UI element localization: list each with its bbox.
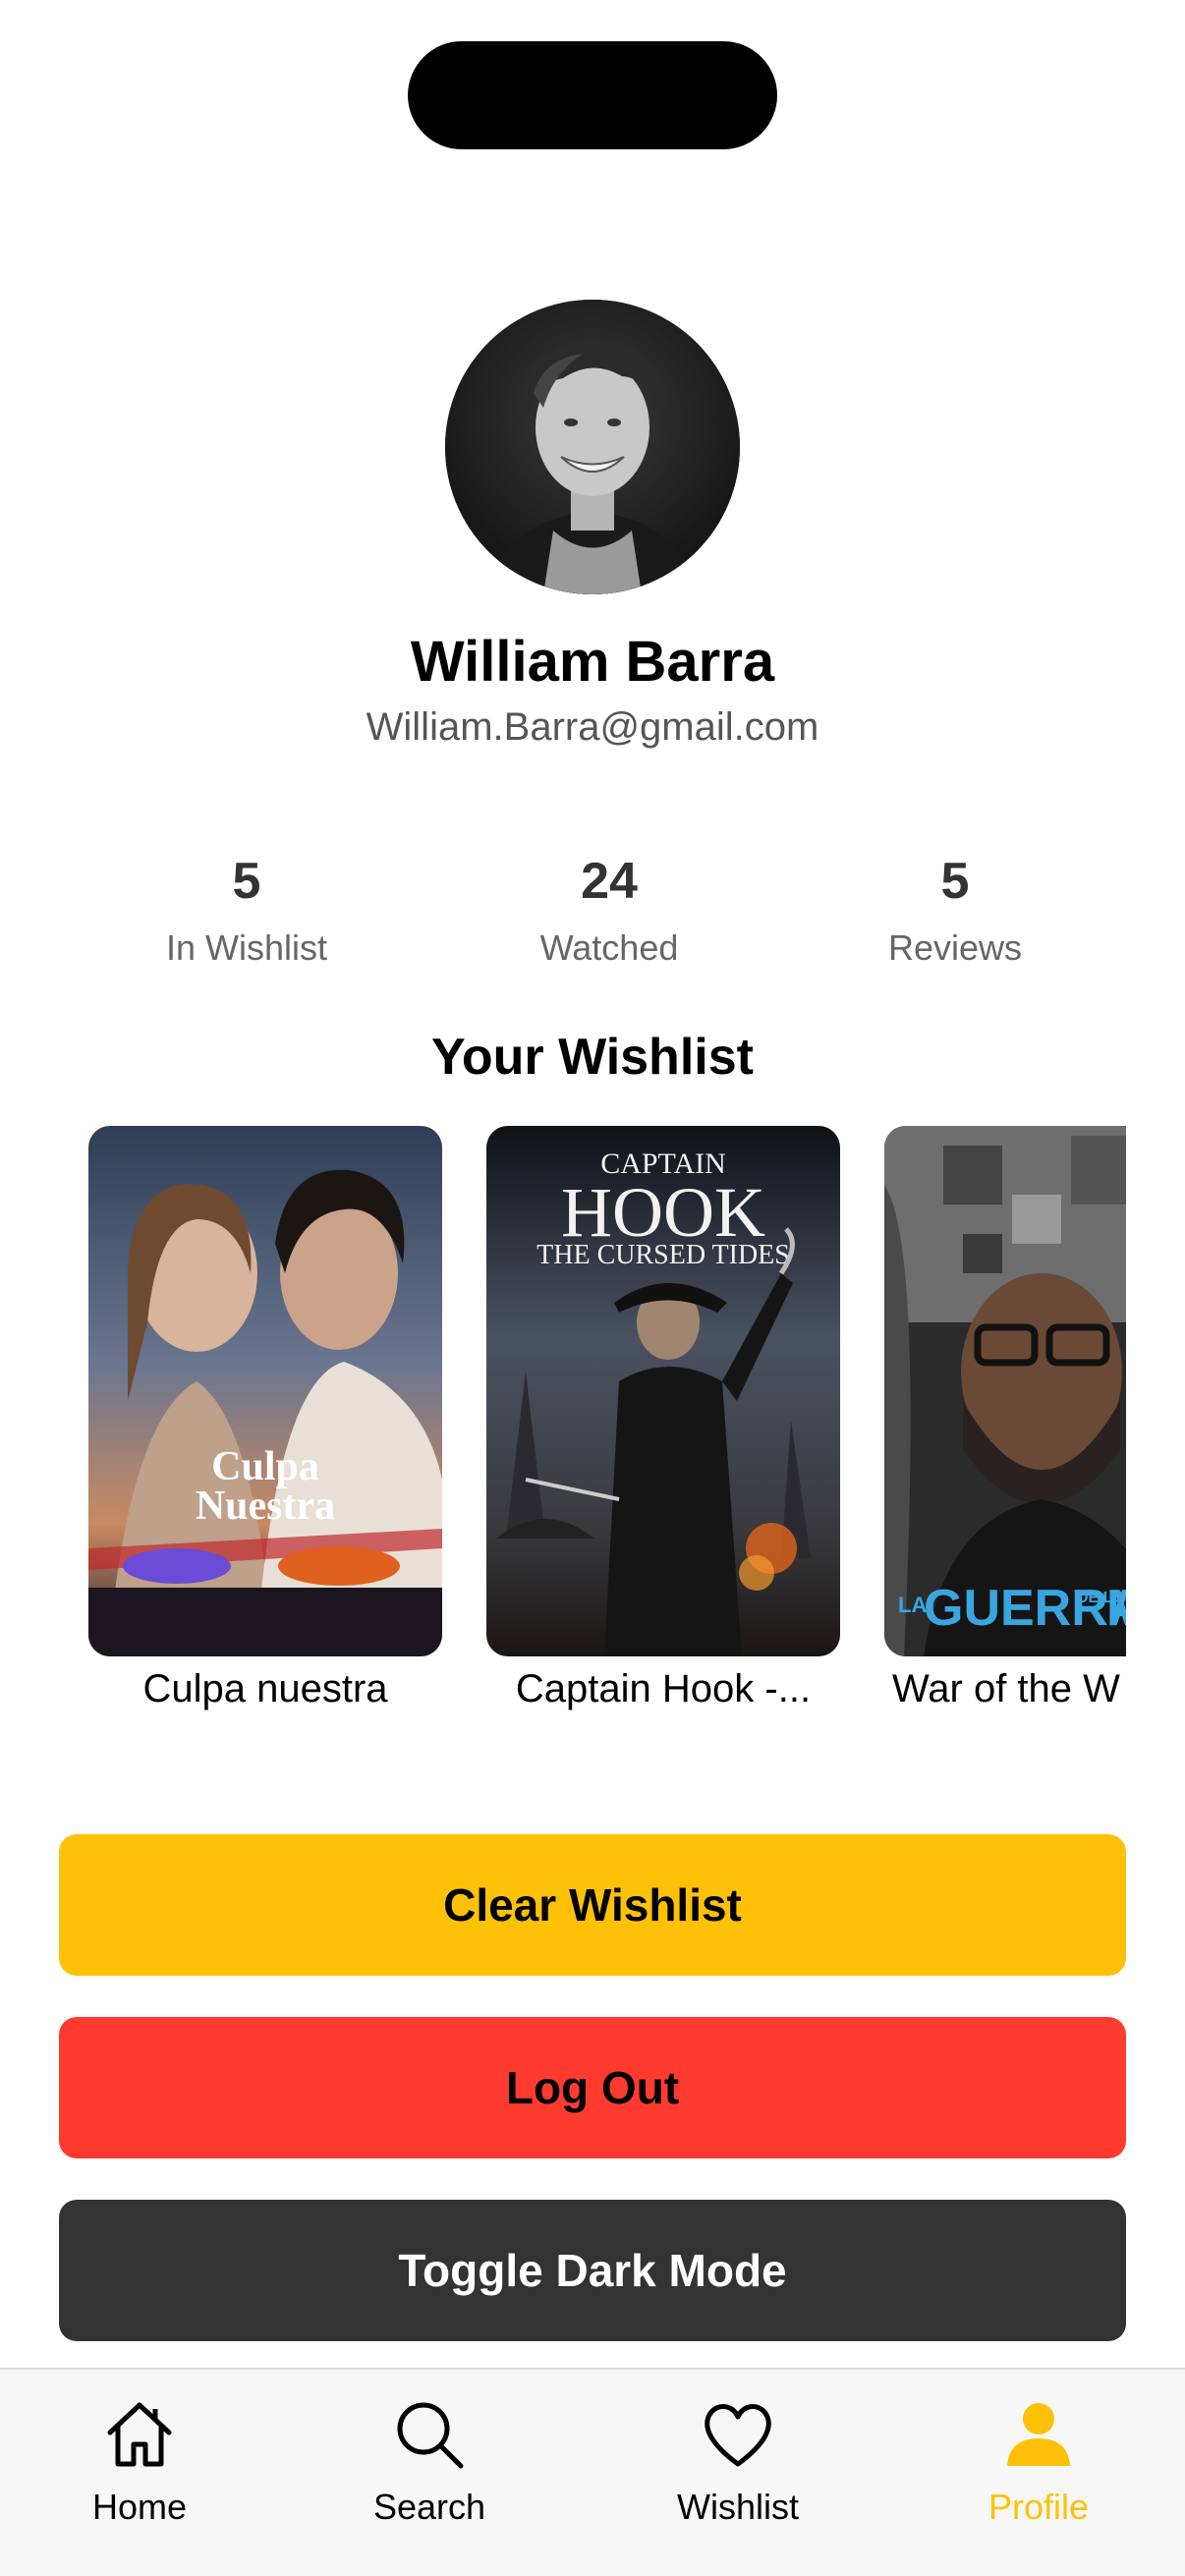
poster-title-line: Nuestra (196, 1484, 335, 1529)
clear-wishlist-button[interactable]: Clear Wishlist (59, 1834, 1126, 1976)
wishlist-carousel[interactable]: Culpa Nuestra Culpa nuestra CAPTAIN HOOK… (88, 1126, 1126, 1715)
stat-value: 5 (232, 853, 261, 910)
tab-label: Profile (988, 2487, 1090, 2527)
wishlist-item-title: Culpa nuestra (142, 1667, 388, 1710)
stat-value: 5 (940, 853, 970, 910)
poster-title-line: GUERRA (924, 1580, 1126, 1637)
poster-title-line: THE CURSED TIDES (536, 1240, 790, 1270)
stat-label: Watched (539, 927, 679, 968)
search-icon (397, 2402, 464, 2469)
stat-reviews: 5 Reviews (778, 847, 1132, 973)
poster-title-line: MUN (1106, 1580, 1126, 1637)
person-icon (1007, 2403, 1070, 2466)
stat-watched: 24 Watched (432, 847, 786, 973)
tab-bar: Home Search Wishlist Profile (0, 2368, 1185, 2576)
tab-label: Home (91, 2487, 188, 2527)
user-name: William Barra (410, 630, 775, 694)
wishlist-item[interactable]: CAPTAIN HOOK THE CURSED TIDES Captain Ho… (486, 1126, 840, 1713)
stat-value: 24 (581, 853, 638, 910)
logout-button[interactable]: Log Out (59, 2017, 1126, 2158)
tab-home[interactable]: Home (22, 2395, 257, 2529)
tab-profile[interactable]: Profile (921, 2395, 1157, 2529)
movie-poster[interactable]: LA GUERRA DE LOS MUN (884, 1126, 1126, 1656)
stat-label: Reviews (887, 927, 1023, 968)
wishlist-item-title: War of the W (892, 1667, 1120, 1710)
toggle-dark-mode-button[interactable]: Toggle Dark Mode (59, 2200, 1126, 2341)
home-icon (107, 2402, 172, 2467)
profile-screen: William Barra William.Barra@gmail.com 5 … (0, 0, 1185, 2576)
movie-poster[interactable]: CAPTAIN HOOK THE CURSED TIDES (486, 1126, 840, 1656)
wishlist-item[interactable]: Culpa Nuestra Culpa nuestra (88, 1126, 442, 1713)
avatar (445, 300, 740, 594)
movie-poster[interactable]: Culpa Nuestra (88, 1126, 442, 1656)
user-email: William.Barra@gmail.com (366, 705, 819, 749)
tab-label: Search (372, 2487, 486, 2527)
tab-search[interactable]: Search (311, 2395, 547, 2529)
wishlist-section-title: Your Wishlist (431, 1029, 754, 1086)
heart-icon (705, 2404, 771, 2467)
tab-label: Wishlist (677, 2487, 799, 2527)
dynamic-island (408, 41, 777, 149)
stat-label: In Wishlist (165, 927, 328, 968)
wishlist-item[interactable]: LA GUERRA DE LOS MUN War of the W (884, 1126, 1126, 1713)
tab-wishlist[interactable]: Wishlist (620, 2395, 856, 2529)
stat-in-wishlist: 5 In Wishlist (70, 847, 423, 973)
wishlist-item-title: Captain Hook -... (515, 1667, 812, 1710)
